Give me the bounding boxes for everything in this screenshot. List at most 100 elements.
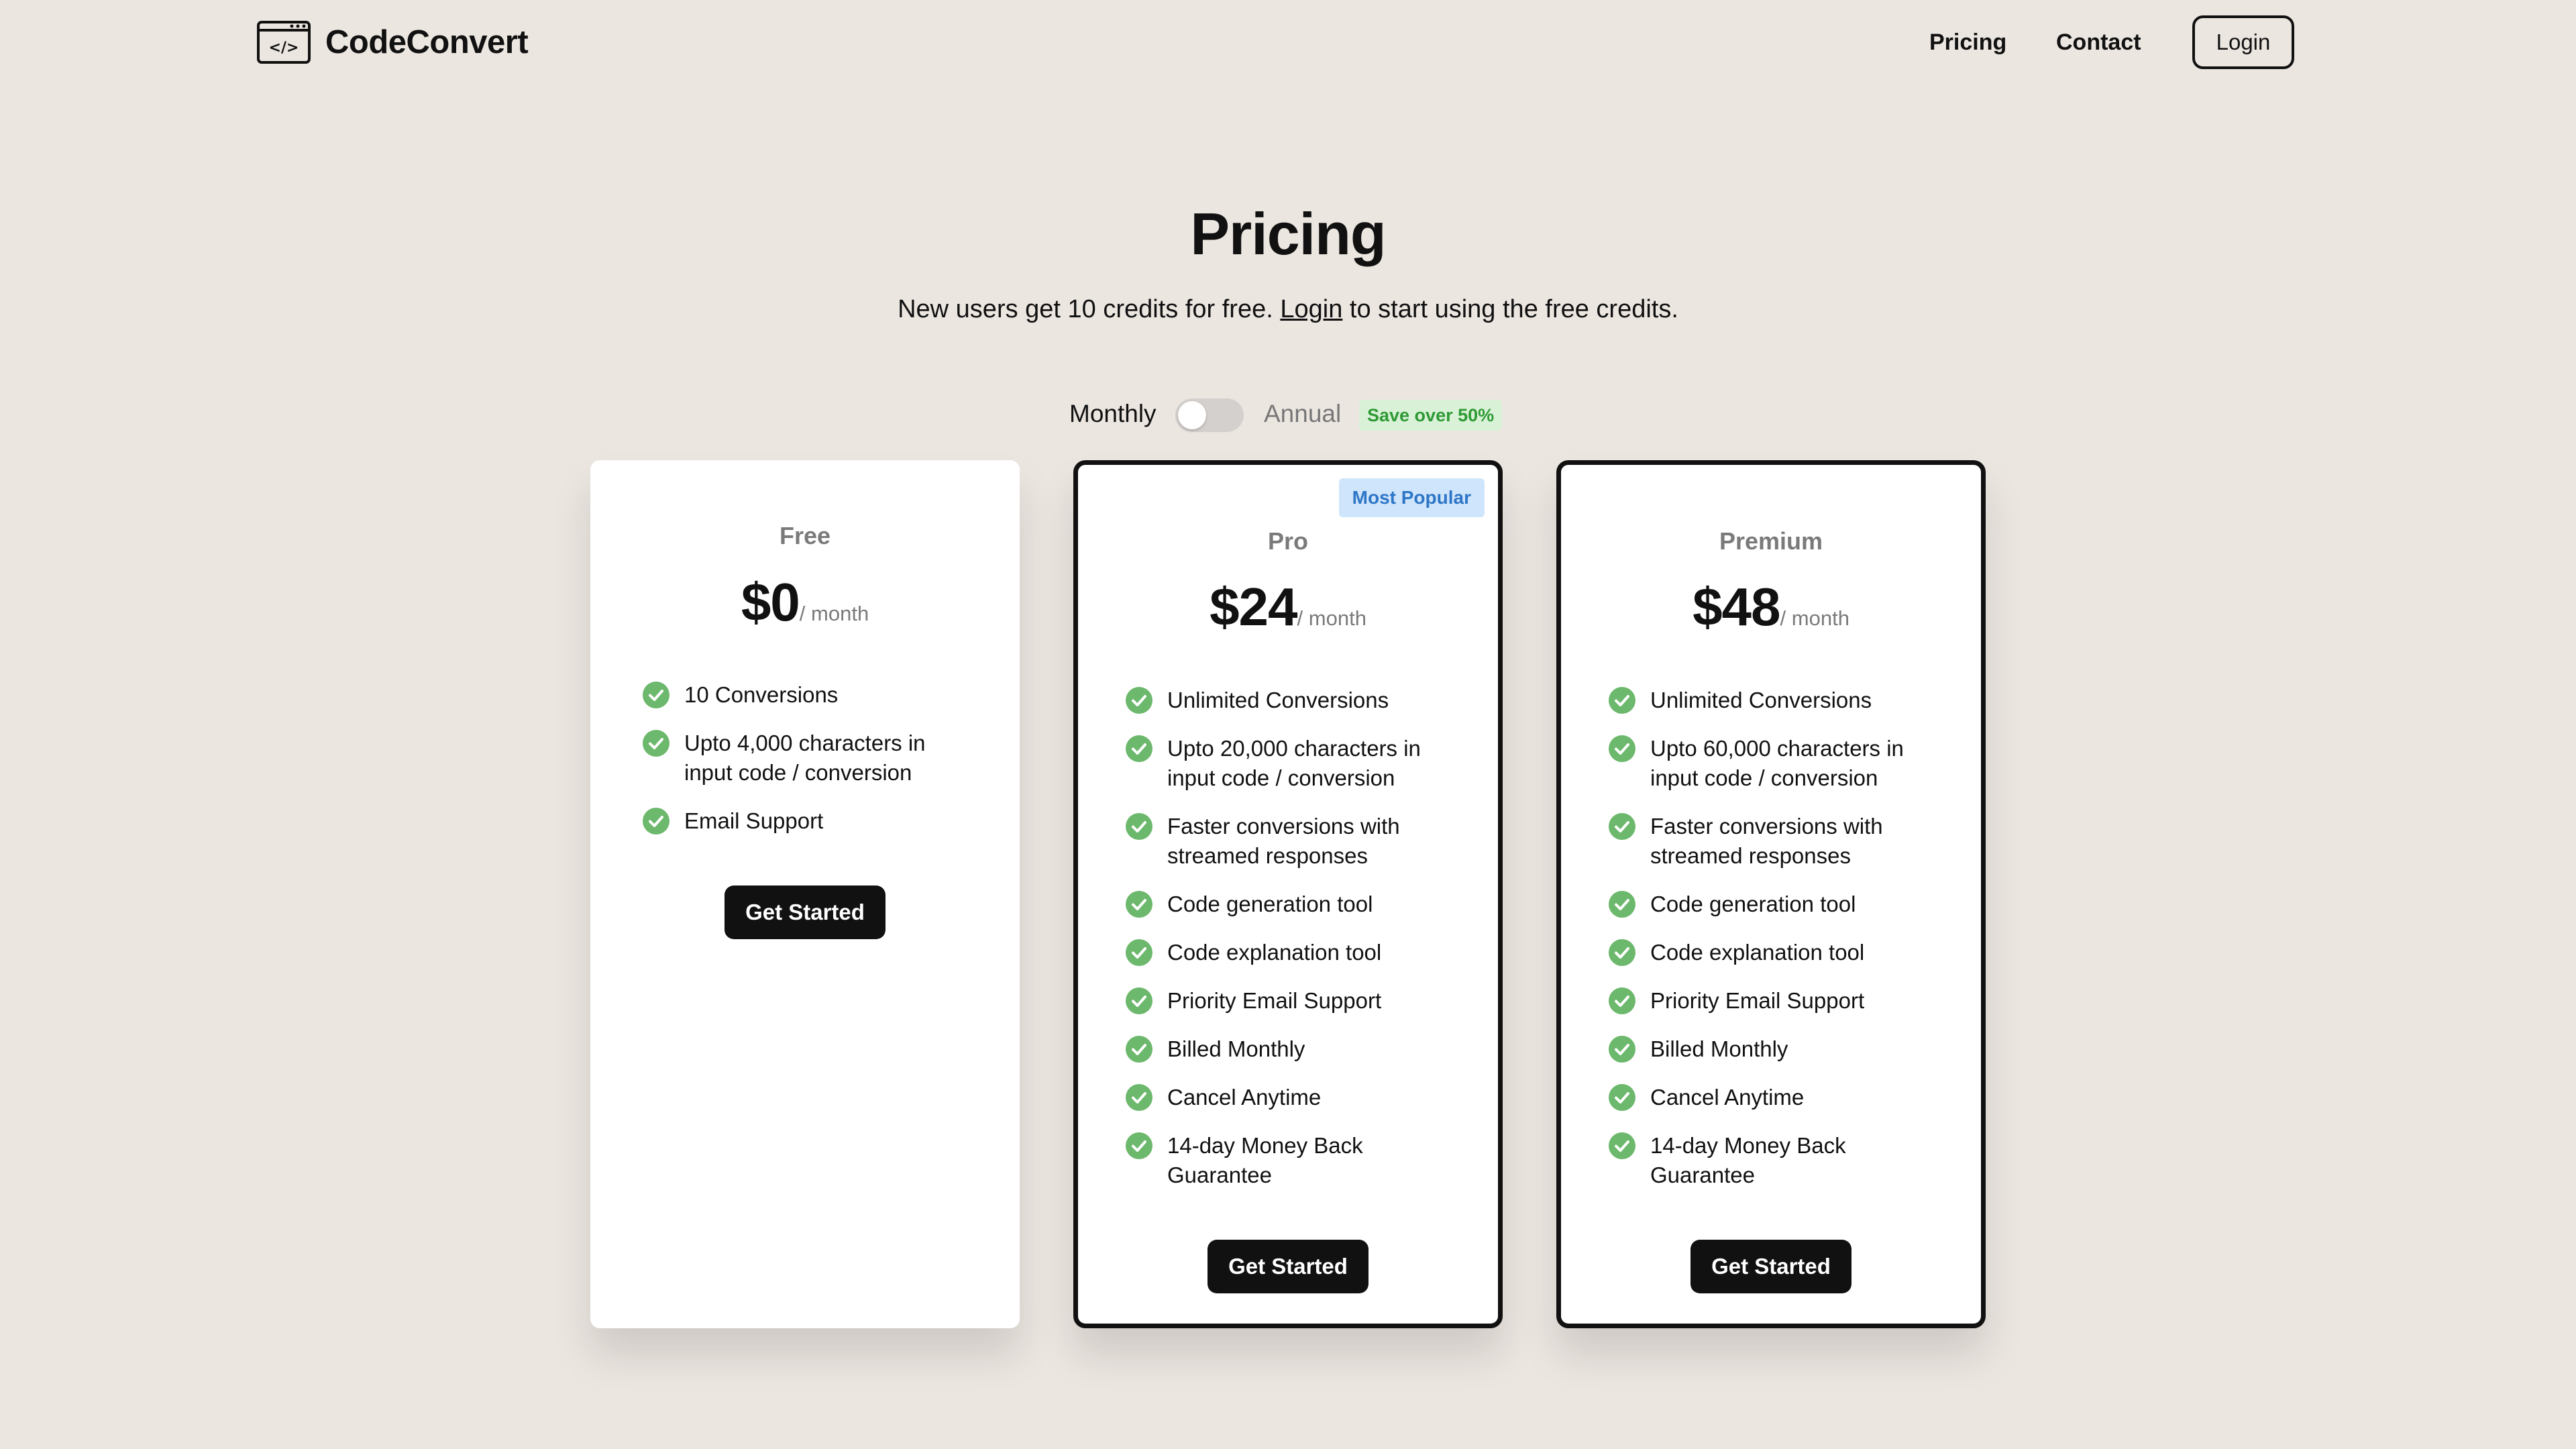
feature-item: Code explanation tool	[1126, 938, 1448, 967]
subtitle-text-before: New users get 10 credits for free.	[898, 295, 1273, 323]
page-subtitle: New users get 10 credits for free. Login…	[0, 295, 2576, 324]
feature-item: Cancel Anytime	[1609, 1083, 1931, 1112]
plan-card-premium: Premium $48/ month Unlimited Conversions…	[1556, 460, 1986, 1328]
check-circle-icon	[1609, 813, 1635, 840]
feature-text: Email Support	[684, 808, 824, 833]
plan-price: $0	[741, 572, 800, 632]
toggle-knob	[1178, 401, 1206, 429]
plan-price-row: $0/ month	[590, 572, 1020, 633]
feature-item: Faster conversions with streamed respons…	[1609, 812, 1931, 871]
feature-item: Upto 4,000 characters in input code / co…	[643, 729, 965, 788]
plan-price: $48	[1693, 577, 1780, 637]
check-circle-icon	[1126, 1036, 1152, 1063]
get-started-button-free[interactable]: Get Started	[724, 885, 885, 939]
check-circle-icon	[1126, 939, 1152, 966]
monthly-label[interactable]: Monthly	[1069, 400, 1157, 428]
code-window-icon: </>	[257, 21, 311, 64]
feature-item: Billed Monthly	[1609, 1034, 1931, 1064]
billing-period-toggle-row: Monthly Annual Save over 50%	[0, 394, 2576, 435]
feature-text: 14-day Money Back Guarantee	[1650, 1133, 1846, 1187]
feature-item: 10 Conversions	[643, 680, 965, 710]
get-started-button-pro[interactable]: Get Started	[1208, 1240, 1368, 1293]
feature-text: Upto 20,000 characters in input code / c…	[1167, 736, 1421, 790]
plan-name: Pro	[1267, 527, 1308, 555]
plan-name: Free	[779, 522, 831, 549]
feature-text: Unlimited Conversions	[1167, 688, 1389, 712]
check-circle-icon	[1126, 1132, 1152, 1159]
check-circle-icon	[1126, 1084, 1152, 1111]
check-circle-icon	[1609, 1084, 1635, 1111]
feature-text: Code generation tool	[1650, 892, 1856, 916]
feature-text: Code explanation tool	[1167, 940, 1382, 965]
top-nav: </> CodeConvert Pricing Contact Login	[0, 0, 2576, 87]
svg-text:</>: </>	[269, 40, 299, 56]
plan-period: / month	[1297, 606, 1366, 630]
feature-text: 10 Conversions	[684, 682, 839, 707]
feature-list: 10 Conversions Upto 4,000 characters in i…	[643, 680, 965, 855]
brand-name: CodeConvert	[325, 24, 529, 60]
feature-item: Priority Email Support	[1609, 986, 1931, 1016]
check-circle-icon	[1609, 987, 1635, 1014]
feature-text: Faster conversions with streamed respons…	[1650, 814, 1883, 868]
feature-item: Cancel Anytime	[1126, 1083, 1448, 1112]
check-circle-icon	[1609, 687, 1635, 714]
feature-item: Code explanation tool	[1609, 938, 1931, 967]
feature-text: Priority Email Support	[1650, 988, 1865, 1013]
nav-contact-link[interactable]: Contact	[2056, 30, 2141, 56]
feature-text: Faster conversions with streamed respons…	[1167, 814, 1400, 868]
get-started-button-premium[interactable]: Get Started	[1690, 1240, 1851, 1293]
plan-price-row: $24/ month	[1078, 576, 1498, 638]
feature-text: Billed Monthly	[1650, 1036, 1788, 1061]
check-circle-icon	[1126, 687, 1152, 714]
check-circle-icon	[1609, 939, 1635, 966]
check-circle-icon	[643, 682, 669, 708]
page-title: Pricing	[1190, 201, 1386, 267]
feature-text: Cancel Anytime	[1650, 1085, 1805, 1110]
check-circle-icon	[1126, 891, 1152, 918]
most-popular-badge: Most Popular	[1338, 478, 1485, 517]
feature-item: Email Support	[643, 806, 965, 836]
feature-text: Priority Email Support	[1167, 988, 1382, 1013]
feature-text: Upto 60,000 characters in input code / c…	[1650, 736, 1904, 790]
feature-item: Billed Monthly	[1126, 1034, 1448, 1064]
plan-name: Premium	[1719, 527, 1823, 555]
check-circle-icon	[1126, 735, 1152, 762]
feature-item: Upto 20,000 characters in input code / c…	[1126, 734, 1448, 793]
plan-card-free: Free $0/ month 10 Conversions Upto 4,000 …	[590, 460, 1020, 1328]
feature-item: Unlimited Conversions	[1126, 686, 1448, 715]
feature-item: Priority Email Support	[1126, 986, 1448, 1016]
feature-text: Upto 4,000 characters in input code / co…	[684, 731, 926, 785]
feature-item: Code generation tool	[1609, 890, 1931, 919]
plan-price: $24	[1210, 577, 1297, 637]
feature-text: Code explanation tool	[1650, 940, 1865, 965]
check-circle-icon	[1609, 1036, 1635, 1063]
plan-price-row: $48/ month	[1561, 576, 1981, 638]
check-circle-icon	[643, 808, 669, 835]
subtitle-login-link[interactable]: Login	[1280, 295, 1342, 323]
billing-toggle-switch[interactable]	[1175, 398, 1244, 432]
plan-period: / month	[799, 602, 869, 625]
login-button[interactable]: Login	[2192, 15, 2294, 69]
annual-label[interactable]: Annual	[1264, 400, 1341, 428]
feature-item: Code generation tool	[1126, 890, 1448, 919]
feature-text: 14-day Money Back Guarantee	[1167, 1133, 1363, 1187]
feature-text: Billed Monthly	[1167, 1036, 1305, 1061]
brand-logo[interactable]: </> CodeConvert	[257, 20, 529, 64]
subtitle-text-after: to start using the free credits.	[1349, 295, 1678, 323]
feature-item: Upto 60,000 characters in input code / c…	[1609, 734, 1931, 793]
feature-list: Unlimited Conversions Upto 60,000 charact…	[1609, 686, 1931, 1209]
nav-pricing-link[interactable]: Pricing	[1929, 30, 2006, 56]
feature-item: Unlimited Conversions	[1609, 686, 1931, 715]
check-circle-icon	[1609, 735, 1635, 762]
check-circle-icon	[1126, 813, 1152, 840]
feature-item: 14-day Money Back Guarantee	[1609, 1131, 1931, 1190]
plan-card-pro: Most Popular Pro $24/ month Unlimited Co…	[1073, 460, 1503, 1328]
feature-item: 14-day Money Back Guarantee	[1126, 1131, 1448, 1190]
plan-period: / month	[1780, 606, 1849, 630]
check-circle-icon	[1126, 987, 1152, 1014]
feature-text: Cancel Anytime	[1167, 1085, 1322, 1110]
feature-item: Faster conversions with streamed respons…	[1126, 812, 1448, 871]
feature-text: Code generation tool	[1167, 892, 1373, 916]
save-badge: Save over 50%	[1359, 400, 1503, 431]
feature-list: Unlimited Conversions Upto 20,000 charact…	[1126, 686, 1448, 1209]
